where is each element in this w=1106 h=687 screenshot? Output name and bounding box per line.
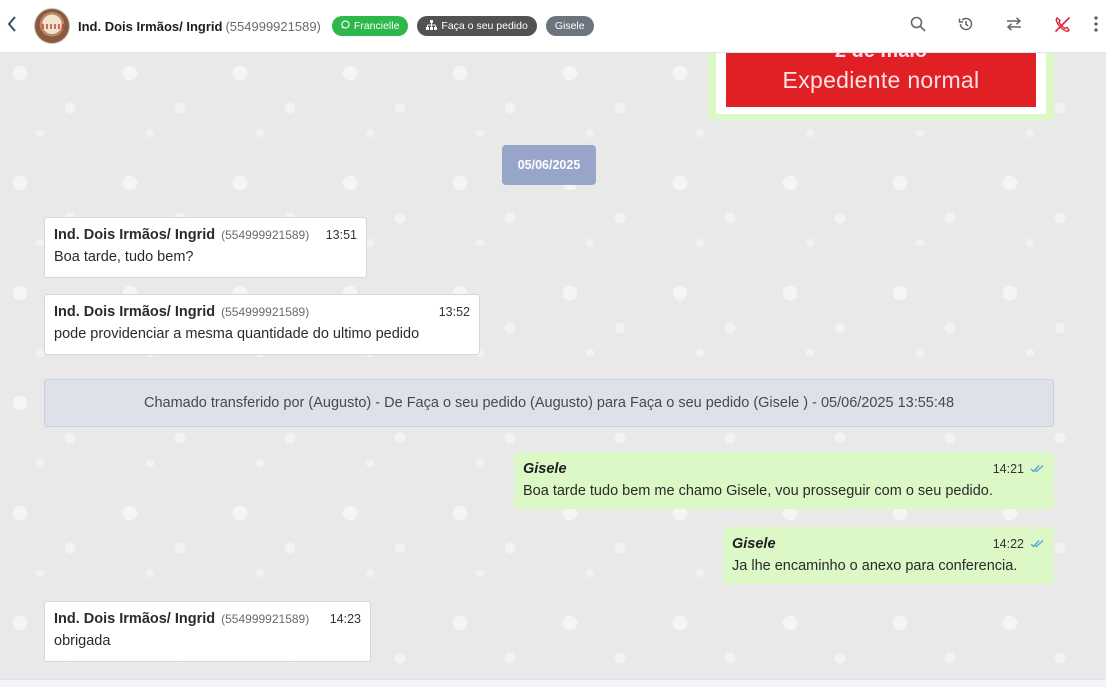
avatar[interactable] <box>34 8 70 44</box>
message-time: 14:23 <box>329 612 361 626</box>
sitemap-icon <box>426 19 441 33</box>
whatsapp-icon <box>341 20 354 32</box>
transfer-button[interactable] <box>990 0 1038 53</box>
message-text: Boa tarde, tudo bem? <box>54 249 194 265</box>
tag-label: Francielle <box>353 20 400 32</box>
tag-connection[interactable]: Francielle <box>331 16 409 36</box>
attached-image[interactable]: 2 de maio Expediente normal <box>726 53 1036 107</box>
image-message[interactable]: 2 de maio Expediente normal <box>708 53 1054 120</box>
tag-queue[interactable]: Faça o seu pedido <box>417 16 537 36</box>
history-icon <box>958 16 974 37</box>
image-frame: 2 de maio Expediente normal <box>716 53 1046 114</box>
message-text: Boa tarde tudo bem me chamo Gisele, vou … <box>523 483 993 499</box>
sender-name: Ind. Dois Irmãos/ Ingrid <box>54 304 216 320</box>
sender-name: Ind. Dois Irmãos/ Ingrid <box>54 227 216 243</box>
sender-name: Ind. Dois Irmãos/ Ingrid <box>54 611 216 627</box>
message-text: pode providenciar a mesma quantidade do … <box>54 326 420 342</box>
tag-label: Faça o seu pedido <box>441 20 528 32</box>
image-text-line2: Expediente normal <box>782 67 980 93</box>
chat-header: Ind. Dois Irmãos/ Ingrid (554999921589) … <box>0 0 1106 53</box>
message-time: 14:21 <box>992 462 1024 476</box>
double-check-icon <box>1030 539 1045 548</box>
incoming-message[interactable]: Ind. Dois Irmãos/ Ingrid (554999921589) … <box>44 217 367 278</box>
end-call-button[interactable] <box>1038 0 1086 53</box>
chevron-left-icon <box>7 15 17 37</box>
end-call-icon <box>1054 16 1071 38</box>
image-text-line1: 2 de maio <box>726 53 1036 63</box>
more-options-button[interactable] <box>1086 0 1106 53</box>
date-separator: 05/06/2025 <box>502 145 596 185</box>
message-list[interactable]: 2 de maio Expediente normal 05/06/2025 I… <box>0 53 1106 679</box>
search-icon <box>910 16 926 37</box>
message-text: obrigada <box>54 633 111 649</box>
sender-phone: (554999921589) <box>221 612 310 626</box>
outgoing-message[interactable]: Gisele 14:21 Boa tarde tudo bem me chamo… <box>514 452 1054 509</box>
tag-label: Gisele <box>554 20 585 32</box>
sender-phone: (554999921589) <box>221 228 310 242</box>
history-button[interactable] <box>942 0 990 53</box>
message-time: 14:22 <box>992 537 1024 551</box>
contact-phone: (554999921589) <box>225 18 321 34</box>
transfer-icon <box>1006 17 1022 36</box>
incoming-message[interactable]: Ind. Dois Irmãos/ Ingrid (554999921589) … <box>44 601 371 662</box>
composer-edge <box>0 679 1106 687</box>
message-time: 13:52 <box>438 305 470 319</box>
header-actions <box>894 0 1106 53</box>
more-vertical-icon <box>1094 16 1098 37</box>
search-button[interactable] <box>894 0 942 53</box>
tag-user[interactable]: Gisele <box>545 16 594 36</box>
agent-name: Gisele <box>732 536 776 552</box>
back-button[interactable] <box>0 0 24 53</box>
double-check-icon <box>1030 464 1045 473</box>
message-time: 13:51 <box>325 228 357 242</box>
contact-name[interactable]: Ind. Dois Irmãos/ Ingrid <box>78 19 222 34</box>
agent-name: Gisele <box>523 461 567 477</box>
sender-phone: (554999921589) <box>221 305 310 319</box>
incoming-message[interactable]: Ind. Dois Irmãos/ Ingrid (554999921589) … <box>44 294 480 355</box>
system-transfer-message: Chamado transferido por (Augusto) - De F… <box>44 379 1054 427</box>
message-text: Ja lhe encaminho o anexo para conferenci… <box>732 558 1018 574</box>
outgoing-message[interactable]: Gisele 14:22 Ja lhe encaminho o anexo pa… <box>723 527 1054 584</box>
